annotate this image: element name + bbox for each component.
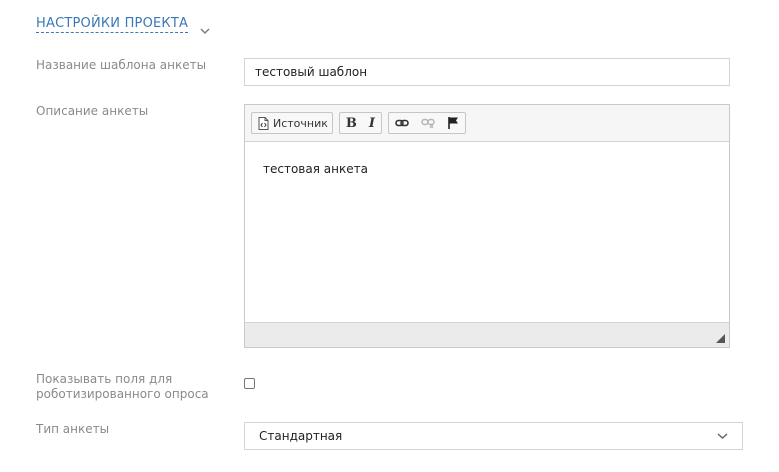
template-name-label: Название шаблона анкеты xyxy=(36,58,207,72)
editor-toolbar: Источник B I xyxy=(245,105,729,142)
section-header[interactable]: НАСТРОЙКИ ПРОЕКТА xyxy=(36,16,210,34)
italic-button[interactable]: I xyxy=(363,113,381,133)
bold-button[interactable]: B xyxy=(340,113,363,133)
unlink-icon xyxy=(421,117,435,129)
chevron-down-icon[interactable] xyxy=(200,21,210,34)
source-group: Источник xyxy=(251,112,333,134)
chevron-down-icon xyxy=(717,429,728,443)
description-editor[interactable]: Источник B I тестовая анкета xyxy=(244,104,730,348)
description-label: Описание анкеты xyxy=(36,104,149,118)
template-name-value: тестовый шаблон xyxy=(255,65,368,79)
link-icon xyxy=(395,118,409,128)
link-group xyxy=(388,112,466,134)
template-name-input[interactable]: тестовый шаблон xyxy=(244,58,730,86)
section-title[interactable]: НАСТРОЙКИ ПРОЕКТА xyxy=(36,16,189,33)
editor-content[interactable]: тестовая анкета xyxy=(245,142,729,322)
survey-type-value: Стандартная xyxy=(259,429,343,443)
survey-type-select[interactable]: Стандартная xyxy=(244,422,743,450)
robotized-checkbox[interactable] xyxy=(244,378,255,389)
source-button[interactable]: Источник xyxy=(252,113,332,133)
flag-icon xyxy=(447,116,459,130)
source-icon xyxy=(258,116,269,130)
resize-grip-icon[interactable] xyxy=(716,334,725,343)
source-button-label: Источник xyxy=(273,116,328,130)
anchor-button[interactable] xyxy=(441,113,465,133)
robotized-label-line2: роботизированного опроса xyxy=(36,387,209,401)
editor-footer xyxy=(245,322,729,347)
unlink-button[interactable] xyxy=(415,113,441,133)
editor-text: тестовая анкета xyxy=(263,162,368,176)
robotized-label-line1: Показывать поля для xyxy=(36,372,173,386)
format-group: B I xyxy=(338,112,382,134)
link-button[interactable] xyxy=(389,113,415,133)
survey-type-label: Тип анкеты xyxy=(36,422,110,436)
robotized-label: Показывать поля для роботизированного оп… xyxy=(36,372,209,402)
